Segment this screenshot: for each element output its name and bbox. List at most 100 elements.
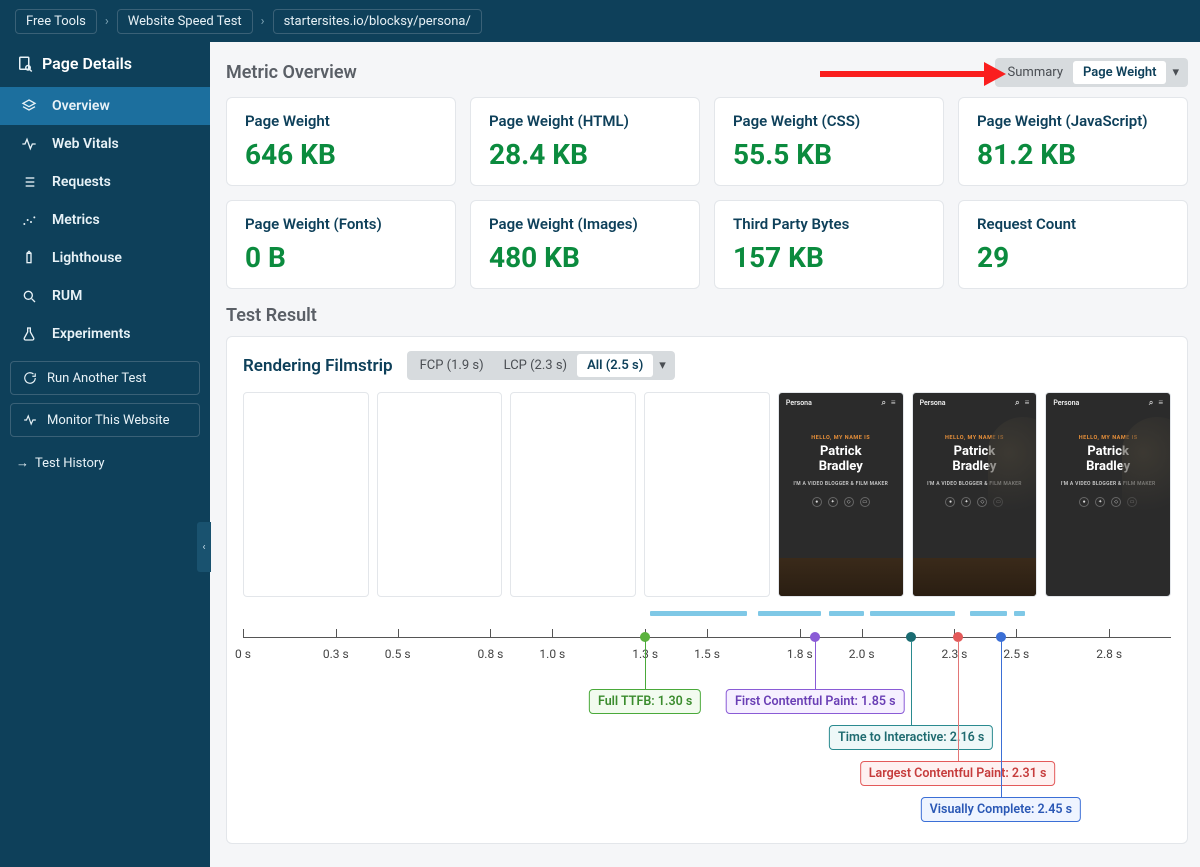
metric-value: 0 B bbox=[245, 241, 437, 274]
chevron-down-icon[interactable]: ▾ bbox=[653, 358, 672, 373]
sidebar-item-requests[interactable]: Requests bbox=[0, 163, 210, 201]
metric-card[interactable]: Request Count 29 bbox=[958, 200, 1188, 289]
request-bars bbox=[245, 607, 1169, 619]
filmstrip-frame[interactable]: Persona⌕≡HELLO, MY NAME ISPatrickBradley… bbox=[778, 392, 904, 597]
metric-card[interactable]: Page Weight (Fonts)0 B bbox=[226, 200, 456, 289]
hero-subtitle: I'M A VIDEO BLOGGER & FILM MAKER bbox=[785, 481, 897, 487]
menu-icon: ≡ bbox=[1158, 398, 1163, 408]
hero-name: PatrickBradley bbox=[785, 445, 897, 475]
filmstrip-frame[interactable] bbox=[644, 392, 770, 597]
toggle-fcp[interactable]: FCP (1.9 s) bbox=[410, 354, 494, 377]
run-another-test-button[interactable]: Run Another Test bbox=[10, 361, 200, 395]
frame-header-icons: ⌕≡ bbox=[1015, 398, 1029, 408]
social-icon: ◇ bbox=[1111, 497, 1121, 507]
filmstrip-frame[interactable] bbox=[243, 392, 369, 597]
breadcrumb-bar: Free Tools › Website Speed Test › starte… bbox=[0, 0, 1200, 42]
sidebar-item-label: RUM bbox=[52, 288, 82, 304]
filmstrip-frame[interactable]: Persona⌕≡HELLO, MY NAME ISPatrickBradley… bbox=[1045, 392, 1171, 597]
metric-card[interactable]: Page Weight (CSS)55.5 KB bbox=[714, 97, 944, 186]
metrics-grid: Page Weight646 KBPage Weight (HTML)28.4 … bbox=[226, 97, 1200, 289]
toggle-lcp[interactable]: LCP (2.3 s) bbox=[494, 354, 577, 377]
timeline-tick-label: 1.5 s bbox=[694, 647, 720, 661]
timeline-tick-label: 2.5 s bbox=[1003, 647, 1029, 661]
sidebar-header: Page Details bbox=[0, 42, 210, 87]
sidebar-item-rum[interactable]: RUM bbox=[0, 277, 210, 315]
breadcrumb-item[interactable]: startersites.io/blocksy/persona/ bbox=[273, 9, 482, 34]
timeline-callout[interactable]: First Contentful Paint: 1.85 s bbox=[726, 689, 905, 714]
metric-value: 646 KB bbox=[245, 138, 437, 171]
request-bar-segment bbox=[829, 611, 864, 616]
metric-card[interactable]: Page Weight (Images)480 KB bbox=[470, 200, 700, 289]
filmstrip-frame[interactable] bbox=[377, 392, 503, 597]
test-history-link[interactable]: →Test History bbox=[0, 445, 210, 481]
menu-icon: ≡ bbox=[1025, 398, 1030, 408]
monitor-website-button[interactable]: Monitor This Website bbox=[10, 403, 200, 437]
search-icon: ⌕ bbox=[881, 398, 885, 408]
metric-card[interactable]: Third Party Bytes157 KB bbox=[714, 200, 944, 289]
timeline-marker-line bbox=[815, 641, 816, 689]
social-icon: ● bbox=[945, 497, 955, 507]
timeline-tick-label: 1.0 s bbox=[539, 647, 565, 661]
timeline-tick bbox=[862, 629, 863, 638]
breadcrumb-item[interactable]: Website Speed Test bbox=[117, 9, 253, 34]
timeline-tick bbox=[1016, 629, 1017, 638]
frame-brand: Persona bbox=[1053, 399, 1079, 407]
metric-label: Request Count bbox=[977, 215, 1169, 233]
metric-view-toggle[interactable]: Summary Page Weight ▾ bbox=[995, 58, 1188, 87]
sidebar-item-lighthouse[interactable]: Lighthouse bbox=[0, 239, 210, 277]
chevron-down-icon[interactable]: ▾ bbox=[1166, 65, 1185, 80]
toggle-page-weight[interactable]: Page Weight bbox=[1073, 61, 1166, 84]
filmstrip-frame[interactable] bbox=[510, 392, 636, 597]
filmstrip-frames: Persona⌕≡HELLO, MY NAME ISPatrickBradley… bbox=[243, 392, 1171, 597]
menu-icon: ≡ bbox=[891, 398, 896, 408]
timeline-callout[interactable]: Largest Contentful Paint: 2.31 s bbox=[860, 761, 1056, 786]
pulse-icon bbox=[20, 135, 38, 153]
social-icon: ✦ bbox=[1095, 497, 1105, 507]
metric-value: 29 bbox=[977, 241, 1169, 274]
social-icons: ●✦◇▭ bbox=[785, 497, 897, 507]
toggle-all[interactable]: All (2.5 s) bbox=[577, 354, 653, 377]
chevron-right-icon: › bbox=[105, 14, 109, 29]
timeline-callout[interactable]: Full TTFB: 1.30 s bbox=[589, 689, 701, 714]
request-bar-segment bbox=[1014, 611, 1025, 616]
sidebar-collapse-handle[interactable]: ‹ bbox=[197, 522, 211, 572]
timeline-tick bbox=[707, 629, 708, 638]
timeline-marker-line bbox=[911, 641, 912, 725]
social-icon: ● bbox=[812, 497, 822, 507]
annotation-arrow-head bbox=[984, 62, 1006, 86]
timeline-marker-line bbox=[645, 641, 646, 689]
flask-icon bbox=[20, 325, 38, 343]
filmstrip-range-toggle[interactable]: FCP (1.9 s) LCP (2.3 s) All (2.5 s) ▾ bbox=[407, 351, 675, 380]
timeline-callout[interactable]: Visually Complete: 2.45 s bbox=[921, 797, 1081, 822]
breadcrumb-item[interactable]: Free Tools bbox=[15, 9, 97, 34]
timeline-tick-label: 0.8 s bbox=[478, 647, 504, 661]
timeline-callout[interactable]: Time to Interactive: 2.16 s bbox=[829, 725, 993, 750]
filmstrip-frame[interactable]: Persona⌕≡HELLO, MY NAME ISPatrickBradley… bbox=[912, 392, 1038, 597]
social-icon: ◇ bbox=[977, 497, 987, 507]
sidebar-item-experiments[interactable]: Experiments bbox=[0, 315, 210, 353]
metric-card[interactable]: Page Weight (HTML)28.4 KB bbox=[470, 97, 700, 186]
section-title-test-result: Test Result bbox=[226, 305, 1200, 326]
main-content: Metric Overview Summary Page Weight ▾ Pa… bbox=[210, 42, 1200, 867]
sidebar-item-overview[interactable]: Overview bbox=[0, 87, 210, 125]
sidebar-item-web-vitals[interactable]: Web Vitals bbox=[0, 125, 210, 163]
chevron-right-icon: › bbox=[261, 14, 265, 29]
sidebar-item-label: Overview bbox=[52, 98, 110, 114]
timeline: 0 s0.3 s0.5 s0.8 s1.0 s1.3 s1.5 s1.8 s2.… bbox=[243, 623, 1171, 833]
metric-card[interactable]: Page Weight646 KB bbox=[226, 97, 456, 186]
social-icon: ✦ bbox=[961, 497, 971, 507]
timeline-tick bbox=[336, 629, 337, 638]
metric-card[interactable]: Page Weight (JavaScript)81.2 KB bbox=[958, 97, 1188, 186]
chart-icon bbox=[20, 211, 38, 229]
request-bar-segment bbox=[758, 611, 821, 616]
portrait-image bbox=[988, 417, 1037, 537]
toggle-summary[interactable]: Summary bbox=[998, 61, 1073, 84]
sidebar-item-metrics[interactable]: Metrics bbox=[0, 201, 210, 239]
hero-tagline: HELLO, MY NAME IS bbox=[785, 435, 897, 441]
timeline-marker-line bbox=[1001, 641, 1002, 797]
metric-label: Page Weight (CSS) bbox=[733, 112, 925, 130]
frame-header-icons: ⌕≡ bbox=[881, 398, 895, 408]
social-icon: ✦ bbox=[828, 497, 838, 507]
link-label: Test History bbox=[35, 456, 105, 471]
frame-brand: Persona bbox=[786, 399, 812, 407]
